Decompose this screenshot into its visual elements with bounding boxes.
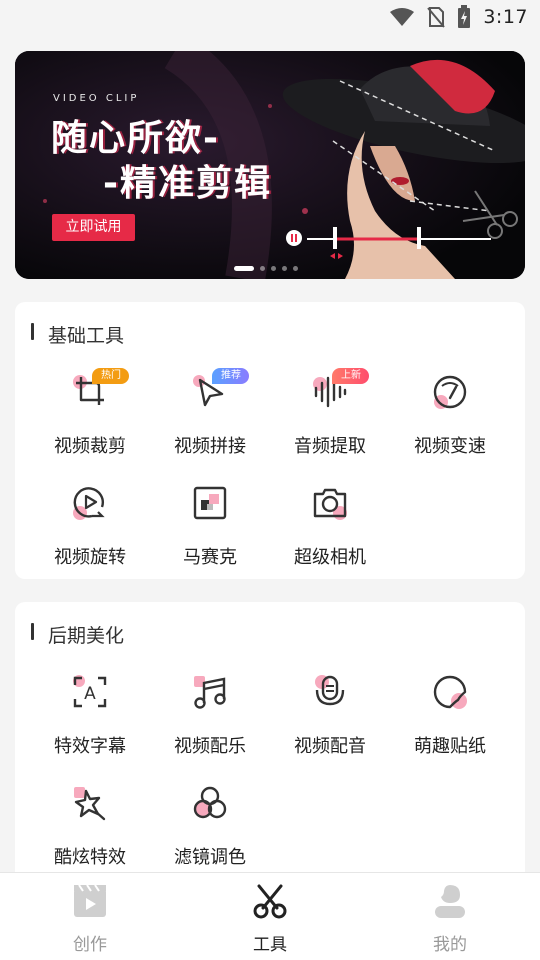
tool-label: 视频拼接	[174, 436, 246, 457]
pagination-dot[interactable]	[282, 266, 287, 271]
status-bar: 3:17	[0, 0, 540, 36]
tab-mine[interactable]: 我的	[360, 873, 540, 960]
badge-hot: 热门	[92, 368, 129, 384]
status-time: 3:17	[483, 6, 528, 28]
wifi-icon	[390, 8, 415, 26]
no-sim-icon	[427, 7, 446, 28]
subtitle-icon: A	[73, 675, 107, 708]
tool-label: 滤镜调色	[174, 847, 246, 868]
pagination-dot[interactable]	[293, 266, 298, 271]
tool-label: 视频变速	[414, 436, 486, 457]
battery-charging-icon	[458, 5, 471, 28]
section-marker	[31, 323, 34, 340]
tool-video-music[interactable]: 视频配乐	[150, 668, 270, 768]
tool-label: 酷炫特效	[54, 847, 126, 868]
tool-super-camera[interactable]: 超级相机	[270, 479, 390, 579]
section-marker	[31, 623, 34, 640]
tab-label: 我的	[433, 935, 467, 955]
tool-video-merge[interactable]: 推荐 视频拼接	[150, 368, 270, 468]
post-tools-card: 后期美化 A 特效字幕 视频配乐 视频配音 萌趣贴纸 酷炫特效 滤镜调色	[15, 602, 525, 882]
microphone-icon	[315, 675, 345, 706]
star-effect-icon	[74, 787, 106, 821]
tool-video-dubbing[interactable]: 视频配音	[270, 668, 390, 768]
badge-recommended: 推荐	[212, 368, 249, 384]
music-note-icon	[194, 676, 226, 709]
tool-label: 马赛克	[183, 547, 237, 568]
svg-text:A: A	[84, 684, 96, 704]
sticker-icon	[433, 675, 467, 709]
tool-filter-color[interactable]: 滤镜调色	[150, 779, 270, 879]
basic-tools-card: 基础工具 热门 视频裁剪 推荐 视频拼接 上新 音频提取 视频变速 视频旋转 马…	[15, 302, 525, 579]
clapper-play-icon	[74, 884, 106, 917]
pagination-dot[interactable]	[260, 266, 265, 271]
pagination-dot[interactable]	[271, 266, 276, 271]
tool-label: 特效字幕	[54, 736, 126, 757]
tab-create[interactable]: 创作	[0, 873, 180, 960]
tool-label: 视频旋转	[54, 547, 126, 568]
section-title: 基础工具	[48, 325, 125, 347]
tool-video-speed[interactable]: 视频变速	[390, 368, 510, 468]
section-title: 后期美化	[48, 625, 125, 647]
speedometer-icon	[433, 375, 467, 409]
tool-cute-sticker[interactable]: 萌趣贴纸	[390, 668, 510, 768]
tool-effect-subtitle[interactable]: A 特效字幕	[30, 668, 150, 768]
filter-icon	[193, 786, 227, 819]
tool-cool-effects[interactable]: 酷炫特效	[30, 779, 150, 879]
rotate-play-icon	[73, 487, 105, 520]
user-icon	[435, 885, 465, 918]
pagination-dot-active[interactable]	[234, 266, 254, 271]
try-now-button[interactable]: 立即试用	[52, 214, 135, 241]
status-icons: 3:17	[389, 5, 528, 29]
scissors-icon	[253, 884, 287, 919]
banner-pagination	[234, 266, 298, 271]
mosaic-icon	[193, 486, 227, 520]
promo-banner[interactable]: VIDEO CLIP 随心所欲- -精准剪辑 立即试用	[15, 51, 525, 279]
tool-label: 超级相机	[294, 547, 366, 568]
tool-label: 视频裁剪	[54, 436, 126, 457]
tool-label: 视频配乐	[174, 736, 246, 757]
tool-mosaic[interactable]: 马赛克	[150, 479, 270, 579]
tool-audio-extract[interactable]: 上新 音频提取	[270, 368, 390, 468]
tool-video-rotate[interactable]: 视频旋转	[30, 479, 150, 579]
tab-tools[interactable]: 工具	[180, 873, 360, 960]
tool-label: 萌趣贴纸	[414, 736, 486, 757]
tool-label: 视频配音	[294, 736, 366, 757]
bottom-tab-bar: 创作 工具 我的	[0, 872, 540, 960]
banner-headline-2: -精准剪辑	[103, 163, 272, 204]
tab-label: 工具	[253, 935, 287, 955]
tab-label: 创作	[73, 935, 107, 955]
banner-eyebrow: VIDEO CLIP	[53, 93, 140, 104]
camera-icon	[313, 488, 347, 520]
tool-video-crop[interactable]: 热门 视频裁剪	[30, 368, 150, 468]
badge-new: 上新	[332, 368, 369, 384]
tool-label: 音频提取	[294, 436, 366, 457]
